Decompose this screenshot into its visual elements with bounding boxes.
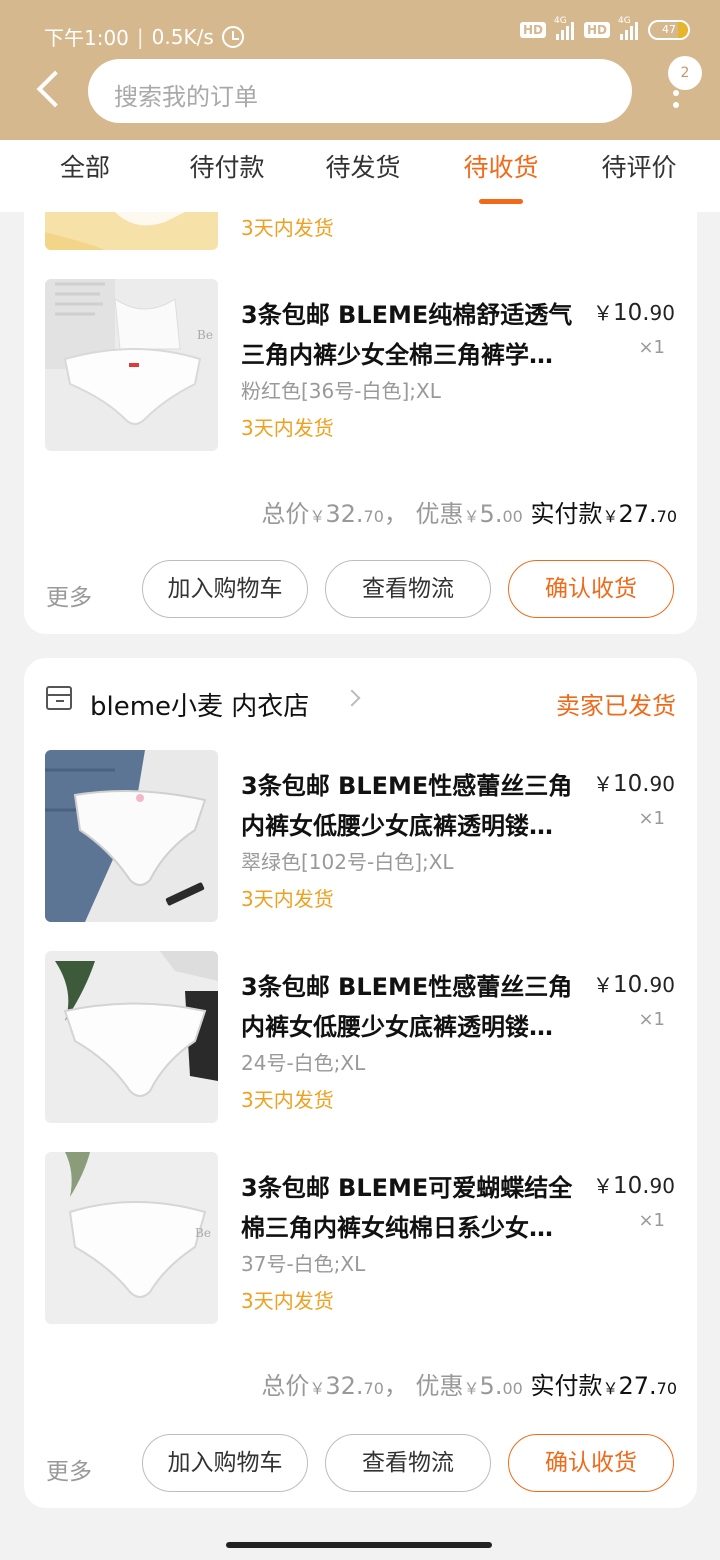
product-sku: 37号-白色;XL	[241, 1252, 366, 1276]
more-button[interactable]: 更多	[46, 1452, 92, 1486]
chevron-right-icon	[343, 689, 361, 707]
order-tabs: 全部 待付款 待发货 待收货 待评价	[0, 140, 720, 212]
product-quantity: ×1	[638, 808, 665, 829]
alarm-icon	[221, 25, 244, 48]
product-thumbnail[interactable]: Be	[45, 1152, 218, 1324]
confirm-receipt-button[interactable]: 确认收货	[508, 1434, 674, 1492]
order-card: bleme小麦 内衣店 卖家已发货 3条包邮 BLEME性感蕾丝三角 内裤女低腰…	[24, 658, 697, 1508]
tab-all[interactable]: 全部	[40, 140, 130, 212]
svg-text:Be: Be	[197, 328, 213, 342]
product-price: ￥10.90	[592, 1173, 675, 1199]
order-actions: 更多 加入购物车 查看物流 确认收货	[24, 560, 697, 620]
order-status: 卖家已发货	[556, 692, 676, 720]
order-item[interactable]: Be 3条包邮 BLEME可爱蝴蝶结全 棉三角内裤女纯棉日系少女… 37号-白色…	[45, 1152, 685, 1324]
view-logistics-button[interactable]: 查看物流	[325, 560, 491, 618]
order-summary: 总价￥32.70， 优惠￥5.00 实付款￥27.70	[261, 500, 677, 528]
confirm-receipt-button[interactable]: 确认收货	[508, 560, 674, 618]
active-tab-indicator	[479, 199, 523, 204]
product-quantity: ×1	[638, 337, 665, 358]
product-title[interactable]: 3条包邮 BLEME性感蕾丝三角 内裤女低腰少女底裤透明镂…	[241, 967, 591, 1047]
product-quantity: ×1	[638, 1210, 665, 1231]
status-time: 下午1:00	[44, 26, 129, 50]
view-logistics-button[interactable]: 查看物流	[325, 1434, 491, 1492]
signal-icon: 4G	[618, 16, 638, 40]
shop-name[interactable]: bleme小麦 内衣店	[90, 686, 309, 723]
ship-time: 3天内发货	[241, 1289, 334, 1313]
hd-icon: HD	[519, 22, 546, 38]
message-badge[interactable]: 2	[668, 56, 702, 90]
order-summary: 总价￥32.70， 优惠￥5.00 实付款￥27.70	[261, 1372, 677, 1400]
product-sku: 翠绿色[102号-白色];XL	[241, 850, 454, 874]
search-input[interactable]: 搜索我的订单	[88, 59, 632, 123]
header-bar: 下午1:00 | 0.5K/s HD 4G HD 4G 47 搜索我的订单 2	[0, 0, 720, 140]
back-arrow-icon[interactable]	[30, 70, 70, 110]
product-price: ￥10.90	[592, 771, 675, 797]
signal-icon: 4G	[554, 16, 574, 40]
order-item[interactable]: 3条包邮 BLEME性感蕾丝三角 内裤女低腰少女底裤透明镂… 翠绿色[102号-…	[45, 750, 685, 922]
product-thumbnail[interactable]	[45, 951, 218, 1123]
product-quantity: ×1	[638, 1009, 665, 1030]
ship-time: 3天内发货	[241, 416, 334, 440]
tab-pending-review[interactable]: 待评价	[584, 140, 694, 212]
ship-time: 3天内发货	[241, 887, 334, 911]
order-actions: 更多 加入购物车 查看物流 确认收货	[24, 1434, 697, 1494]
product-sku: 24号-白色;XL	[241, 1051, 366, 1075]
shop-icon	[46, 686, 72, 710]
tab-pending-payment[interactable]: 待付款	[172, 140, 282, 212]
order-item[interactable]: Be 3条包邮 BLEME纯棉舒适透气 三角内裤少女全棉三角裤学… 粉红色[36…	[45, 279, 685, 451]
add-to-cart-button[interactable]: 加入购物车	[142, 1434, 308, 1492]
ship-time: 3天内发货	[241, 1088, 334, 1112]
hd-icon: HD	[583, 22, 610, 38]
tab-pending-shipment[interactable]: 待发货	[308, 140, 418, 212]
product-price: ￥10.90	[592, 300, 675, 326]
product-thumbnail[interactable]	[45, 212, 218, 250]
order-card: 3天内发货 Be 3条包邮 BLEME纯棉舒适透气 三角内裤少女全棉三角裤学… …	[24, 212, 697, 634]
product-sku: 粉红色[36号-白色];XL	[241, 379, 441, 403]
tab-pending-receipt[interactable]: 待收货	[446, 140, 556, 212]
order-item[interactable]: 3条包邮 BLEME性感蕾丝三角 内裤女低腰少女底裤透明镂… 24号-白色;XL…	[45, 951, 685, 1123]
search-placeholder: 搜索我的订单	[114, 83, 258, 111]
more-button[interactable]: 更多	[46, 578, 92, 612]
network-speed: 0.5K/s	[151, 24, 214, 49]
product-price: ￥10.90	[592, 972, 675, 998]
home-indicator[interactable]	[226, 1542, 492, 1548]
ship-time: 3天内发货	[241, 216, 334, 240]
battery-icon: 47	[648, 20, 690, 40]
svg-text:Be: Be	[195, 1226, 211, 1240]
product-thumbnail[interactable]	[45, 750, 218, 922]
add-to-cart-button[interactable]: 加入购物车	[142, 560, 308, 618]
product-title[interactable]: 3条包邮 BLEME纯棉舒适透气 三角内裤少女全棉三角裤学…	[241, 295, 591, 375]
product-thumbnail[interactable]: Be	[45, 279, 218, 451]
product-title[interactable]: 3条包邮 BLEME可爱蝴蝶结全 棉三角内裤女纯棉日系少女…	[241, 1168, 591, 1248]
product-title[interactable]: 3条包邮 BLEME性感蕾丝三角 内裤女低腰少女底裤透明镂…	[241, 766, 591, 846]
shop-header[interactable]: bleme小麦 内衣店 卖家已发货	[46, 682, 676, 722]
status-bar: 下午1:00 | 0.5K/s HD 4G HD 4G 47	[0, 0, 720, 60]
